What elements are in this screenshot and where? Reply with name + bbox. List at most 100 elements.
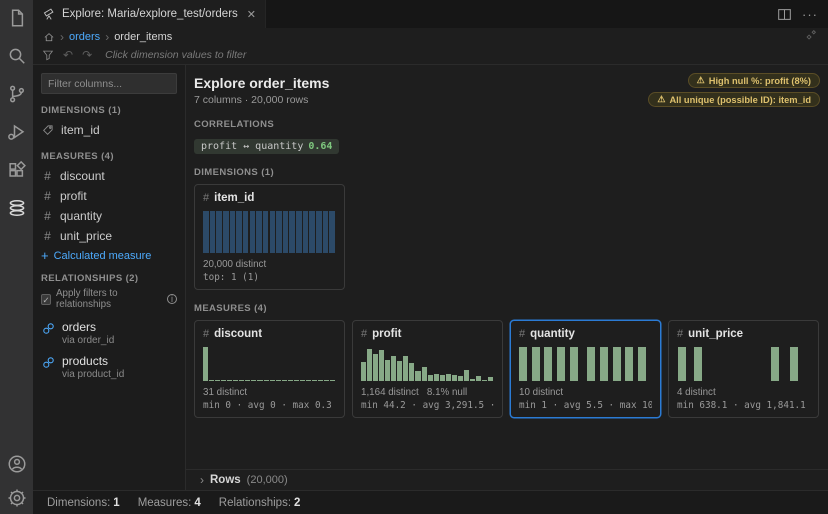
info-icon: i [167, 294, 177, 304]
discount-histogram [203, 347, 336, 381]
correlation-chip[interactable]: profit ↔ quantity0.64 [194, 139, 339, 154]
source-control-icon[interactable] [5, 82, 29, 106]
home-icon[interactable] [43, 31, 55, 43]
warning-all-unique[interactable]: ⚠All unique (possible ID): item_id [648, 92, 820, 107]
settings-gear-icon[interactable] [5, 486, 29, 510]
profit-histogram [361, 347, 494, 381]
card-title: unit_price [688, 328, 743, 340]
card-title: item_id [214, 192, 254, 204]
breadcrumb-order-items[interactable]: order_items [114, 31, 172, 43]
sidebar-dimensions-header: DIMENSIONS (1) [41, 105, 177, 116]
card-title: profit [372, 328, 401, 340]
rows-section-toggle[interactable]: › Rows (20,000) [186, 469, 828, 490]
activity-bar [0, 0, 33, 514]
rows-count: (20,000) [247, 474, 288, 486]
card-stats: min 44.2 · avg 3,291.5 · max 10… [361, 400, 494, 411]
sidebar-item-profit[interactable]: #profit [41, 186, 177, 206]
redo-icon[interactable]: ↷ [82, 49, 92, 61]
link-icon [42, 322, 55, 335]
tab-explore[interactable]: Explore: Maria/explore_test/orders ✕ [33, 0, 266, 28]
card-stats: min 1 · avg 5.5 · max 10 [519, 400, 652, 411]
number-icon: # [677, 328, 683, 340]
split-editor-icon[interactable] [777, 7, 792, 22]
warning-badges: ⚠ High null %: profit (8%) ⚠All unique (p… [648, 73, 820, 107]
measure-label: unit_price [60, 229, 112, 243]
apply-filters-checkbox-row[interactable]: ✓ Apply filters to relationships i [41, 288, 177, 310]
quantity-histogram [519, 347, 652, 381]
card-distinct: 31 distinct [203, 387, 336, 398]
checkbox-checked-icon[interactable]: ✓ [41, 294, 51, 305]
sparkle-icon[interactable] [805, 29, 818, 45]
rows-label: Rows [210, 474, 241, 486]
dimension-label: item_id [61, 123, 100, 137]
card-profit[interactable]: #profit 1,164 distinct 8.1% null min 44.… [352, 320, 503, 418]
item-id-histogram [203, 211, 336, 253]
breadcrumb-separator: › [60, 30, 64, 44]
measure-label: profit [60, 189, 87, 203]
explore-database-icon[interactable] [5, 196, 29, 220]
card-item-id[interactable]: #item_id 20,000 distinct top: 1 (1) [194, 184, 345, 290]
more-actions-icon[interactable]: ··· [802, 7, 818, 22]
number-icon: # [203, 328, 209, 340]
number-icon: # [42, 209, 53, 223]
measures-section-header: MEASURES (4) [194, 303, 820, 314]
relationship-name: orders [62, 320, 114, 334]
apply-filters-label: Apply filters to relationships [56, 288, 162, 310]
sidebar-item-discount[interactable]: # discount [41, 166, 177, 186]
filter-columns-input[interactable] [41, 73, 177, 94]
number-icon: # [203, 192, 209, 204]
tab-close-icon[interactable]: ✕ [247, 8, 256, 21]
measure-label: quantity [60, 209, 102, 223]
breadcrumb: › orders › order_items [33, 28, 828, 46]
warning-high-null[interactable]: ⚠ High null %: profit (8%) [688, 73, 820, 88]
calculated-measure-button[interactable]: + Calculated measure [41, 249, 177, 262]
filter-hint-text: Click dimension values to filter [105, 49, 246, 61]
warning-text: All unique (possible ID): item_id [669, 95, 811, 105]
sidebar-measures-header: MEASURES (4) [41, 151, 177, 162]
relationship-via: via product_id [62, 369, 124, 380]
relationship-orders[interactable]: orders via order_id [41, 316, 177, 350]
sidebar-item-unit-price[interactable]: # unit_price [41, 226, 177, 246]
link-icon [42, 356, 55, 369]
telescope-icon [42, 7, 56, 21]
dimensions-section-header: DIMENSIONS (1) [194, 167, 820, 178]
correlation-value: 0.64 [308, 141, 332, 152]
measure-label: discount [60, 169, 105, 183]
card-stats: top: 1 (1) [203, 272, 336, 283]
explorer-icon[interactable] [5, 6, 29, 30]
card-distinct: 10 distinct [519, 387, 652, 398]
app-window: Explore: Maria/explore_test/orders ✕ ···… [0, 0, 828, 514]
number-icon: # [42, 229, 53, 243]
filter-funnel-icon[interactable] [42, 49, 54, 61]
card-title: discount [214, 328, 262, 340]
relationship-products[interactable]: products via product_id [41, 350, 177, 384]
undo-icon[interactable]: ↶ [63, 49, 73, 61]
filter-bar: ↶ ↷ Click dimension values to filter [33, 46, 828, 65]
breadcrumb-orders[interactable]: orders [69, 31, 100, 43]
card-quantity[interactable]: # quantity 10 distinct min 1 · avg 5.5 · … [510, 320, 661, 418]
sidebar-item-quantity[interactable]: # quantity [41, 206, 177, 226]
unit-price-histogram [677, 347, 810, 381]
account-icon[interactable] [5, 452, 29, 476]
plus-icon: + [41, 249, 49, 262]
run-debug-icon[interactable] [5, 120, 29, 144]
card-discount[interactable]: # discount 31 distinct min 0 · avg 0 · ma… [194, 320, 345, 418]
main-area: Explore order_items 7 columns · 20,000 r… [186, 65, 828, 490]
relationship-via: via order_id [62, 335, 114, 346]
warning-icon: ⚠ [697, 75, 705, 86]
extensions-icon[interactable] [5, 158, 29, 182]
number-icon: # [519, 328, 525, 340]
tab-bar: Explore: Maria/explore_test/orders ✕ ··· [33, 0, 828, 28]
status-measures: Measures:4 [138, 497, 201, 509]
breadcrumb-separator: › [105, 30, 109, 44]
card-unit-price[interactable]: #unit_price 4 distinct min 638.1 · avg 1… [668, 320, 819, 418]
search-icon[interactable] [5, 44, 29, 68]
sidebar-item-item-id[interactable]: item_id [41, 120, 177, 140]
warning-text: High null %: profit (8%) [709, 76, 811, 86]
number-icon: # [42, 169, 53, 183]
card-stats: min 0 · avg 0 · max 0.3 [203, 400, 336, 411]
chevron-right-icon: › [200, 473, 204, 487]
sidebar-relationships-header: RELATIONSHIPS (2) [41, 273, 177, 284]
card-title: quantity [530, 328, 575, 340]
card-distinct: 1,164 distinct 8.1% null [361, 387, 494, 398]
